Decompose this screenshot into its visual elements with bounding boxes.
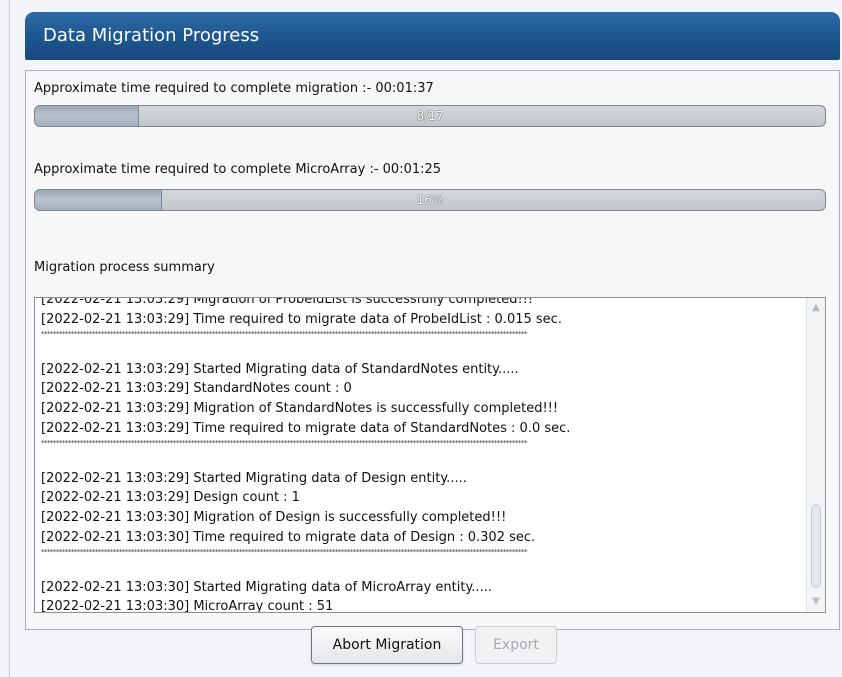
- abort-migration-button[interactable]: Abort Migration: [311, 626, 463, 664]
- dialog-title: Data Migration Progress: [25, 12, 840, 60]
- log-separator: ****************************************…: [41, 439, 528, 448]
- microarray-progress-bar: 16%: [34, 189, 826, 211]
- log-separator: ****************************************…: [41, 548, 528, 557]
- export-label: Export: [493, 637, 539, 653]
- summary-label: Migration process summary: [34, 260, 215, 275]
- scrollbar-thumb[interactable]: [811, 504, 821, 588]
- chevron-up-icon[interactable]: ▲: [807, 300, 825, 316]
- microarray-progress-text: 16%: [416, 193, 444, 207]
- log-line: [2022-02-21 13:03:29] Time required to m…: [41, 420, 571, 436]
- log-line: [2022-02-21 13:03:29] Started Migrating …: [41, 470, 467, 486]
- chevron-down-icon[interactable]: ▼: [807, 594, 825, 610]
- log-text: [2022-02-21 13:03:29] Migration of Probe…: [41, 297, 803, 613]
- log-separator: ****************************************…: [41, 330, 528, 339]
- log-line: [2022-02-21 13:03:29] Time required to m…: [41, 311, 562, 327]
- migration-progress-text: 8/17: [416, 109, 444, 123]
- log-line: [2022-02-21 13:03:29] Design count : 1: [41, 490, 300, 506]
- progress-panel: Approximate time required to complete mi…: [25, 70, 840, 630]
- log-line: [2022-02-21 13:03:29] Started Migrating …: [41, 361, 519, 377]
- migration-dialog: Data Migration Progress Approximate time…: [25, 12, 840, 677]
- log-line: [2022-02-21 13:03:30] MicroArray count :…: [41, 599, 334, 613]
- log-line: [2022-02-21 13:03:29] Migration of Probe…: [41, 297, 534, 307]
- log-scrollbar[interactable]: ▲ ▼: [806, 298, 825, 612]
- migration-progress-bar: 8/17: [34, 105, 826, 127]
- log-line: [2022-02-21 13:03:30] Time required to m…: [41, 529, 536, 545]
- log-line: [2022-02-21 13:03:30] Migration of Desig…: [41, 509, 507, 525]
- log-line: [2022-02-21 13:03:29] StandardNotes coun…: [41, 381, 352, 397]
- migration-time-label: Approximate time required to complete mi…: [34, 81, 434, 96]
- log-line: [2022-02-21 13:03:30] Started Migrating …: [41, 579, 492, 595]
- migration-log[interactable]: [2022-02-21 13:03:29] Migration of Probe…: [34, 297, 826, 613]
- log-line: [2022-02-21 13:03:29] Migration of Stand…: [41, 400, 559, 416]
- abort-migration-label: Abort Migration: [332, 637, 442, 653]
- export-button[interactable]: Export: [475, 626, 557, 664]
- microarray-time-label: Approximate time required to complete Mi…: [34, 162, 442, 177]
- left-window-edge: [0, 0, 10, 677]
